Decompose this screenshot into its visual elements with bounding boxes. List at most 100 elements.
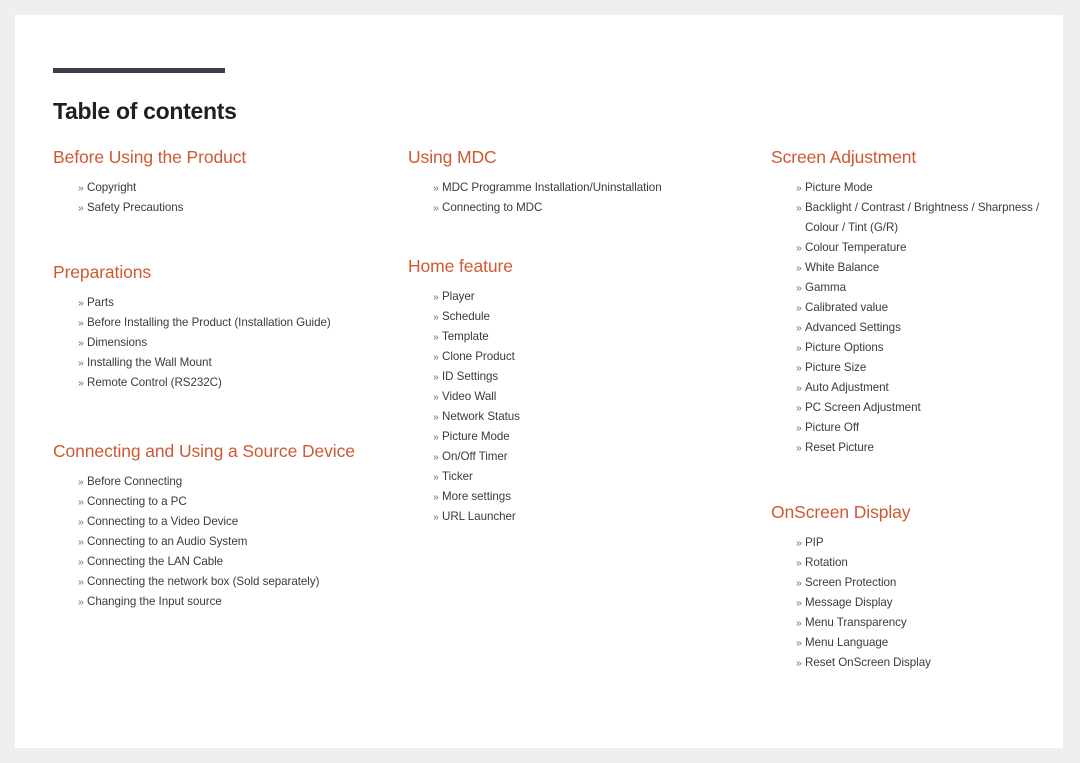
- guillemet-icon: »: [78, 377, 84, 390]
- toc-entry[interactable]: » Before Connecting: [78, 472, 380, 492]
- toc-entry-label: Gamma: [805, 281, 846, 295]
- toc-entry[interactable]: » Calibrated value: [796, 298, 1063, 318]
- toc-entry[interactable]: » Reset Picture: [796, 438, 1063, 458]
- toc-entry[interactable]: » PC Screen Adjustment: [796, 398, 1063, 418]
- toc-entry-label: White Balance: [805, 261, 880, 275]
- toc-entry[interactable]: » Safety Precautions: [78, 198, 380, 218]
- toc-entry[interactable]: » Network Status: [433, 407, 743, 427]
- toc-entry[interactable]: » Dimensions: [78, 333, 380, 353]
- toc-entry[interactable]: » White Balance: [796, 258, 1063, 278]
- toc-entry[interactable]: » ID Settings: [433, 367, 743, 387]
- guillemet-icon: »: [433, 411, 439, 424]
- toc-entry[interactable]: » URL Launcher: [433, 507, 743, 527]
- toc-list: » PIP» Rotation» Screen Protection» Message …: [771, 533, 1063, 673]
- toc-entry[interactable]: » Changing the Input source: [78, 592, 380, 612]
- toc-section: OnScreen Display » PIP» Rotation» Screen Pro…: [771, 500, 1063, 673]
- toc-entry-label: Network Status: [442, 410, 520, 424]
- guillemet-icon: »: [433, 471, 439, 484]
- toc-entry[interactable]: » Connecting to MDC: [433, 198, 743, 218]
- toc-columns: Before Using the Product» Copyright» Safet…: [15, 145, 1063, 673]
- toc-entry-label: On/Off Timer: [442, 450, 508, 464]
- toc-entry[interactable]: » Backlight / Contrast / Brightness / Sha…: [796, 198, 1063, 238]
- toc-entry-label: Parts: [87, 296, 114, 310]
- toc-entry[interactable]: » Connecting to a Video Device: [78, 512, 380, 532]
- toc-entry[interactable]: » Installing the Wall Mount: [78, 353, 380, 373]
- guillemet-icon: »: [796, 537, 802, 550]
- toc-entry[interactable]: » Template: [433, 327, 743, 347]
- toc-entry-label: Safety Precautions: [87, 201, 184, 215]
- guillemet-icon: »: [796, 282, 802, 295]
- toc-entry[interactable]: » Clone Product: [433, 347, 743, 367]
- toc-entry[interactable]: » Schedule: [433, 307, 743, 327]
- toc-entry[interactable]: » Video Wall: [433, 387, 743, 407]
- toc-entry-label: Connecting to an Audio System: [87, 535, 248, 549]
- toc-entry[interactable]: » Picture Mode: [796, 178, 1063, 198]
- toc-entry[interactable]: » Connecting to an Audio System: [78, 532, 380, 552]
- toc-entry[interactable]: » Ticker: [433, 467, 743, 487]
- toc-entry-label: Auto Adjustment: [805, 381, 889, 395]
- toc-section-heading[interactable]: Preparations: [53, 260, 380, 284]
- toc-list: » Parts» Before Installing the Product (In…: [53, 293, 380, 393]
- guillemet-icon: »: [78, 182, 84, 195]
- toc-section-heading[interactable]: Connecting and Using a Source Device: [53, 439, 380, 463]
- toc-entry[interactable]: » Remote Control (RS232C): [78, 373, 380, 393]
- toc-list: » Copyright» Safety Precautions: [53, 178, 380, 218]
- toc-entry[interactable]: » Player: [433, 287, 743, 307]
- toc-entry[interactable]: » Colour Temperature: [796, 238, 1063, 258]
- toc-entry[interactable]: » More settings: [433, 487, 743, 507]
- toc-entry[interactable]: » Gamma: [796, 278, 1063, 298]
- toc-entry-label: Picture Options: [805, 341, 884, 355]
- toc-entry[interactable]: » On/Off Timer: [433, 447, 743, 467]
- toc-entry[interactable]: » Advanced Settings: [796, 318, 1063, 338]
- guillemet-icon: »: [78, 357, 84, 370]
- toc-entry[interactable]: » PIP: [796, 533, 1063, 553]
- toc-entry[interactable]: » Before Installing the Product (Installa…: [78, 313, 380, 333]
- guillemet-icon: »: [796, 557, 802, 570]
- toc-entry-label: PC Screen Adjustment: [805, 401, 921, 415]
- toc-entry[interactable]: » Copyright: [78, 178, 380, 198]
- toc-entry-label: Backlight / Contrast / Brightness / Shar…: [805, 201, 1040, 235]
- toc-entry[interactable]: » Picture Size: [796, 358, 1063, 378]
- toc-entry[interactable]: » Connecting the LAN Cable: [78, 552, 380, 572]
- toc-entry-label: Ticker: [442, 470, 473, 484]
- guillemet-icon: »: [433, 391, 439, 404]
- toc-entry[interactable]: » Connecting to a PC: [78, 492, 380, 512]
- toc-entry-label: Connecting to a Video Device: [87, 515, 239, 529]
- guillemet-icon: »: [78, 337, 84, 350]
- toc-list: » Picture Mode» Backlight / Contrast / Bri…: [771, 178, 1063, 458]
- toc-entry[interactable]: » Connecting the network box (Sold separa…: [78, 572, 380, 592]
- toc-entry[interactable]: » Message Display: [796, 593, 1063, 613]
- toc-entry[interactable]: » Picture Options: [796, 338, 1063, 358]
- guillemet-icon: »: [433, 371, 439, 384]
- toc-list: » Player» Schedule» Template» Clone Product»…: [408, 287, 743, 527]
- toc-entry-label: Connecting to MDC: [442, 201, 543, 215]
- toc-entry[interactable]: » Reset OnScreen Display: [796, 653, 1063, 673]
- toc-entry-label: Picture Mode: [442, 430, 510, 444]
- toc-entry[interactable]: » Menu Language: [796, 633, 1063, 653]
- toc-entry[interactable]: » Picture Off: [796, 418, 1063, 438]
- toc-entry[interactable]: » Menu Transparency: [796, 613, 1063, 633]
- toc-section-heading[interactable]: OnScreen Display: [771, 500, 1063, 524]
- toc-entry-label: Menu Transparency: [805, 616, 907, 630]
- toc-entry[interactable]: » Picture Mode: [433, 427, 743, 447]
- toc-entry[interactable]: » Rotation: [796, 553, 1063, 573]
- toc-entry[interactable]: » Screen Protection: [796, 573, 1063, 593]
- toc-section-heading[interactable]: Home feature: [408, 254, 743, 278]
- guillemet-icon: »: [78, 576, 84, 589]
- toc-entry-label: Calibrated value: [805, 301, 888, 315]
- toc-section-heading[interactable]: Using MDC: [408, 145, 743, 169]
- toc-entry[interactable]: » MDC Programme Installation/Uninstallati…: [433, 178, 743, 198]
- guillemet-icon: »: [796, 597, 802, 610]
- toc-entry-label: Changing the Input source: [87, 595, 222, 609]
- toc-entry[interactable]: » Parts: [78, 293, 380, 313]
- toc-entry[interactable]: » Auto Adjustment: [796, 378, 1063, 398]
- toc-section-heading[interactable]: Screen Adjustment: [771, 145, 1063, 169]
- toc-entry-label: Picture Size: [805, 361, 867, 375]
- toc-section-heading[interactable]: Before Using the Product: [53, 145, 380, 169]
- toc-entry-label: Dimensions: [87, 336, 148, 350]
- guillemet-icon: »: [796, 577, 802, 590]
- guillemet-icon: »: [433, 331, 439, 344]
